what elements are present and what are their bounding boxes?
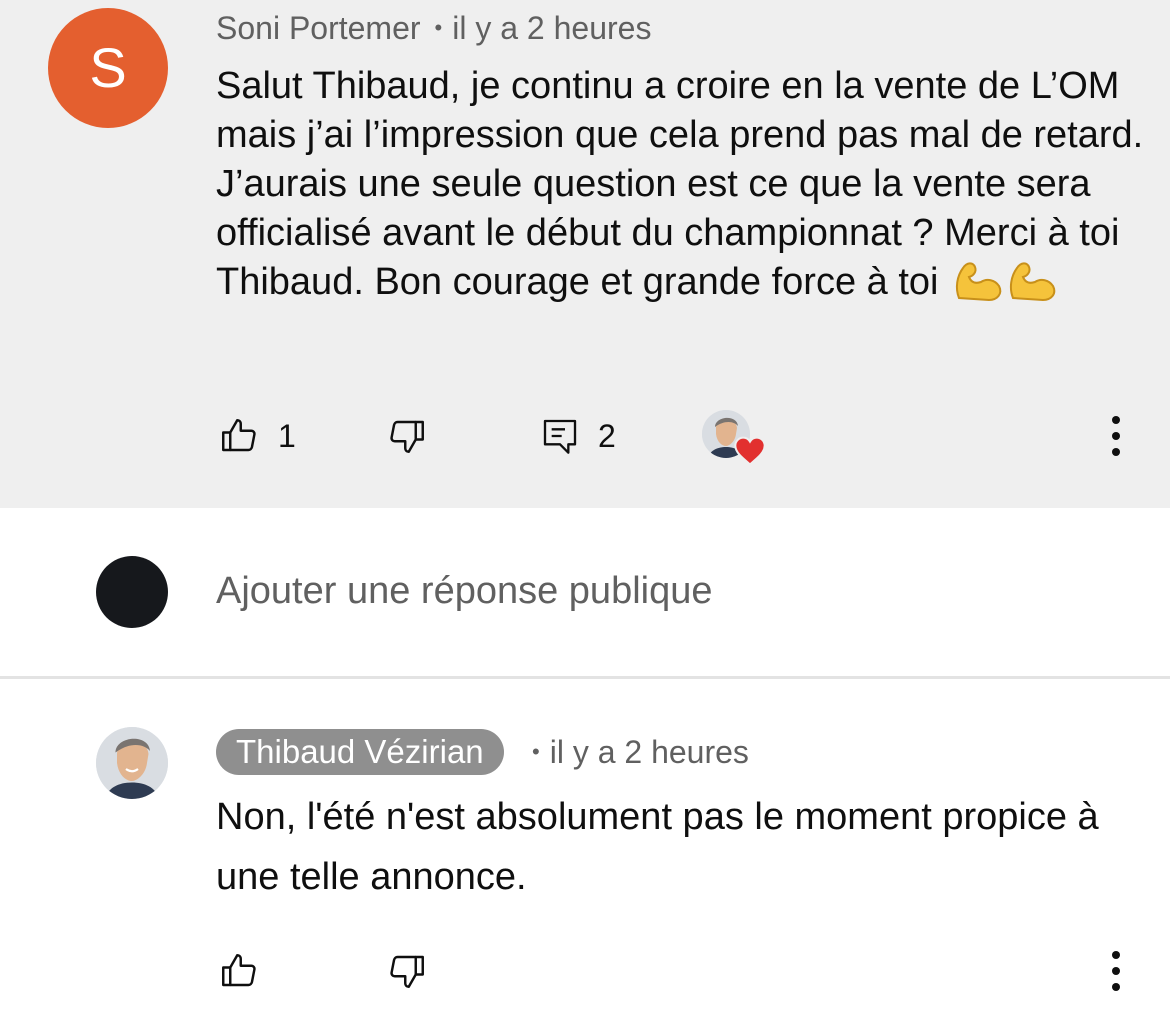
comment-time: il y a 2 heures <box>452 10 652 46</box>
creator-heart-icon <box>734 436 766 466</box>
reply-text: Non, l'été n'est absolument pas le momen… <box>216 796 1099 898</box>
like-button[interactable] <box>218 941 260 1001</box>
creator-heart-badge <box>702 410 766 470</box>
reply-count: 2 <box>598 417 616 454</box>
reply-actions <box>0 941 1170 1001</box>
like-button[interactable]: 1 <box>218 406 296 466</box>
my-avatar <box>96 556 168 628</box>
reply-author-avatar[interactable] <box>96 727 168 799</box>
meta-separator: • <box>434 15 443 40</box>
flexed-biceps-emoji <box>953 258 1061 315</box>
reply-input-placeholder[interactable]: Ajouter une réponse publique <box>216 570 713 613</box>
meta-separator: • <box>532 739 540 764</box>
reply-meta: • il y a 2 heures <box>532 731 749 773</box>
reply-time: il y a 2 heures <box>549 734 749 770</box>
highlighted-comment: S Soni Portemer • il y a 2 heures Salut Th… <box>0 0 1170 508</box>
comment-actions: 1 2 <box>0 406 1170 466</box>
thumb-up-icon <box>222 954 256 987</box>
like-count: 1 <box>278 417 296 454</box>
more-vertical-icon[interactable] <box>1106 947 1126 995</box>
add-reply-row[interactable]: Ajouter une réponse publique <box>0 508 1170 676</box>
dislike-button[interactable] <box>386 941 428 1001</box>
comment-meta: Soni Portemer • il y a 2 heures <box>216 8 651 48</box>
more-vertical-icon[interactable] <box>1106 412 1126 460</box>
commenter-avatar[interactable]: S <box>48 8 168 128</box>
creator-reply: Thibaud Vézirian • il y a 2 heures Non, l… <box>0 679 1170 1024</box>
thumb-up-icon <box>222 419 256 452</box>
thumb-down-icon <box>390 420 424 453</box>
comment-author[interactable]: Soni Portemer <box>216 10 421 46</box>
dislike-button[interactable] <box>386 406 428 466</box>
comment-icon <box>543 419 577 454</box>
comment-text: Salut Thibaud, je continu a croire en la… <box>216 62 1146 315</box>
reply-author-chip[interactable]: Thibaud Vézirian <box>216 729 504 775</box>
thumb-down-icon <box>390 955 424 988</box>
reply-count-button[interactable]: 2 <box>540 406 616 466</box>
